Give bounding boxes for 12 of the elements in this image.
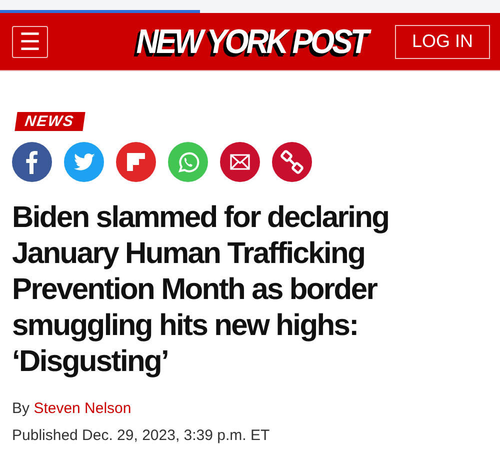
- section-tag[interactable]: NEWS: [14, 112, 86, 131]
- publish-date: Published Dec. 29, 2023, 3:39 p.m. ET: [12, 427, 271, 444]
- facebook-icon[interactable]: [12, 142, 52, 182]
- bird-icon[interactable]: [64, 142, 104, 182]
- author-link[interactable]: Steven Nelson: [34, 400, 132, 417]
- flag-icon[interactable]: [116, 142, 156, 182]
- menu-button[interactable]: ☰: [12, 26, 48, 58]
- login-button[interactable]: LOG IN: [394, 24, 490, 58]
- link-icon[interactable]: [272, 142, 312, 182]
- byline-label: By: [12, 400, 30, 417]
- envelope-icon[interactable]: [220, 142, 260, 182]
- headline: Biden slammed for declaring January Human Trafficking Prevention Month as border smuggling hits new highs: ‘Disgusting’: [12, 200, 390, 380]
